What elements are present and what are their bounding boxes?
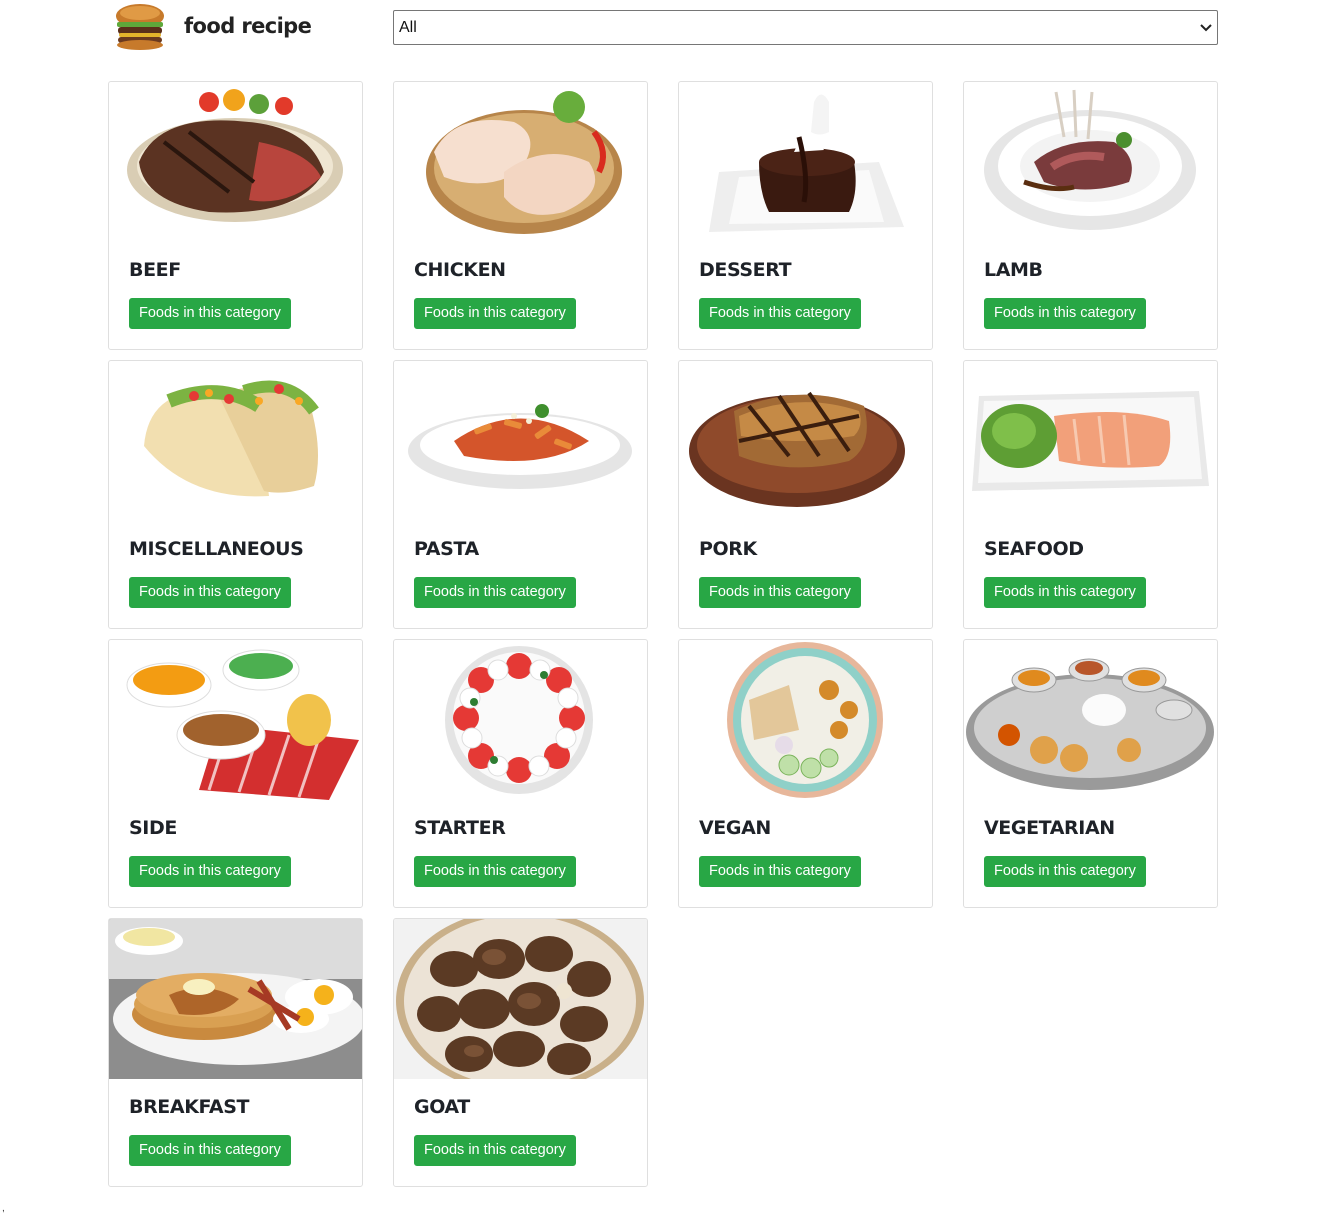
thali-platter-image xyxy=(964,640,1217,800)
foods-in-category-button[interactable]: Foods in this category xyxy=(984,298,1146,329)
foods-in-category-button[interactable]: Foods in this category xyxy=(984,577,1146,608)
stray-text: , xyxy=(2,1203,5,1214)
category-title: BREAKFAST xyxy=(129,1096,250,1118)
category-title: STARTER xyxy=(414,817,506,839)
lamb-chops-image xyxy=(964,82,1217,242)
category-card: PASTA Foods in this category xyxy=(393,360,648,629)
category-card: BEEF Foods in this category xyxy=(108,81,363,350)
category-title: PORK xyxy=(699,538,757,560)
penne-pasta-image xyxy=(394,361,647,521)
category-card: GOAT Foods in this category xyxy=(393,918,648,1187)
grilled-pork-image xyxy=(679,361,932,521)
category-card: BREAKFAST Foods in this category xyxy=(108,918,363,1187)
foods-in-category-button[interactable]: Foods in this category xyxy=(414,856,576,887)
top-bar: food recipe All xyxy=(108,0,1218,50)
goat-meat-image xyxy=(394,919,647,1079)
vegan-bowl-image xyxy=(679,640,932,800)
foods-in-category-button[interactable]: Foods in this category xyxy=(414,1135,576,1166)
tacos-image xyxy=(109,361,362,521)
category-card: SEAFOOD Foods in this category xyxy=(963,360,1218,629)
category-card: SIDE Foods in this category xyxy=(108,639,363,908)
foods-in-category-button[interactable]: Foods in this category xyxy=(699,577,861,608)
foods-in-category-button[interactable]: Foods in this category xyxy=(414,577,576,608)
chocolate-cake-image xyxy=(679,82,932,242)
category-title: VEGAN xyxy=(699,817,771,839)
category-card: MISCELLANEOUS Foods in this category xyxy=(108,360,363,629)
category-card: DESSERT Foods in this category xyxy=(678,81,933,350)
category-filter-value: All xyxy=(399,19,417,36)
category-card: VEGAN Foods in this category xyxy=(678,639,933,908)
category-card: CHICKEN Foods in this category xyxy=(393,81,648,350)
foods-in-category-button[interactable]: Foods in this category xyxy=(414,298,576,329)
burger-icon[interactable] xyxy=(112,2,168,50)
category-title: PASTA xyxy=(414,538,479,560)
raw-chicken-image xyxy=(394,82,647,242)
category-title: VEGETARIAN xyxy=(984,817,1115,839)
steak-plate-image xyxy=(109,82,362,242)
category-title: SEAFOOD xyxy=(984,538,1084,560)
category-title: MISCELLANEOUS xyxy=(129,538,304,560)
category-title: LAMB xyxy=(984,259,1043,281)
foods-in-category-button[interactable]: Foods in this category xyxy=(699,856,861,887)
pancakes-breakfast-image xyxy=(109,919,362,1079)
category-title: DESSERT xyxy=(699,259,792,281)
category-filter-select[interactable]: All xyxy=(393,10,1218,45)
brand-name[interactable]: food recipe xyxy=(184,14,312,38)
chevron-down-icon xyxy=(1200,24,1212,32)
category-card: STARTER Foods in this category xyxy=(393,639,648,908)
category-title: CHICKEN xyxy=(414,259,506,281)
category-card: PORK Foods in this category xyxy=(678,360,933,629)
category-card: LAMB Foods in this category xyxy=(963,81,1218,350)
salmon-plate-image xyxy=(964,361,1217,521)
foods-in-category-button[interactable]: Foods in this category xyxy=(984,856,1146,887)
foods-in-category-button[interactable]: Foods in this category xyxy=(129,1135,291,1166)
foods-in-category-button[interactable]: Foods in this category xyxy=(129,298,291,329)
foods-in-category-button[interactable]: Foods in this category xyxy=(129,577,291,608)
foods-in-category-button[interactable]: Foods in this category xyxy=(699,298,861,329)
caprese-salad-image xyxy=(394,640,647,800)
category-title: SIDE xyxy=(129,817,177,839)
side-dishes-image xyxy=(109,640,362,800)
category-title: GOAT xyxy=(414,1096,470,1118)
category-title: BEEF xyxy=(129,259,181,281)
foods-in-category-button[interactable]: Foods in this category xyxy=(129,856,291,887)
category-card: VEGETARIAN Foods in this category xyxy=(963,639,1218,908)
